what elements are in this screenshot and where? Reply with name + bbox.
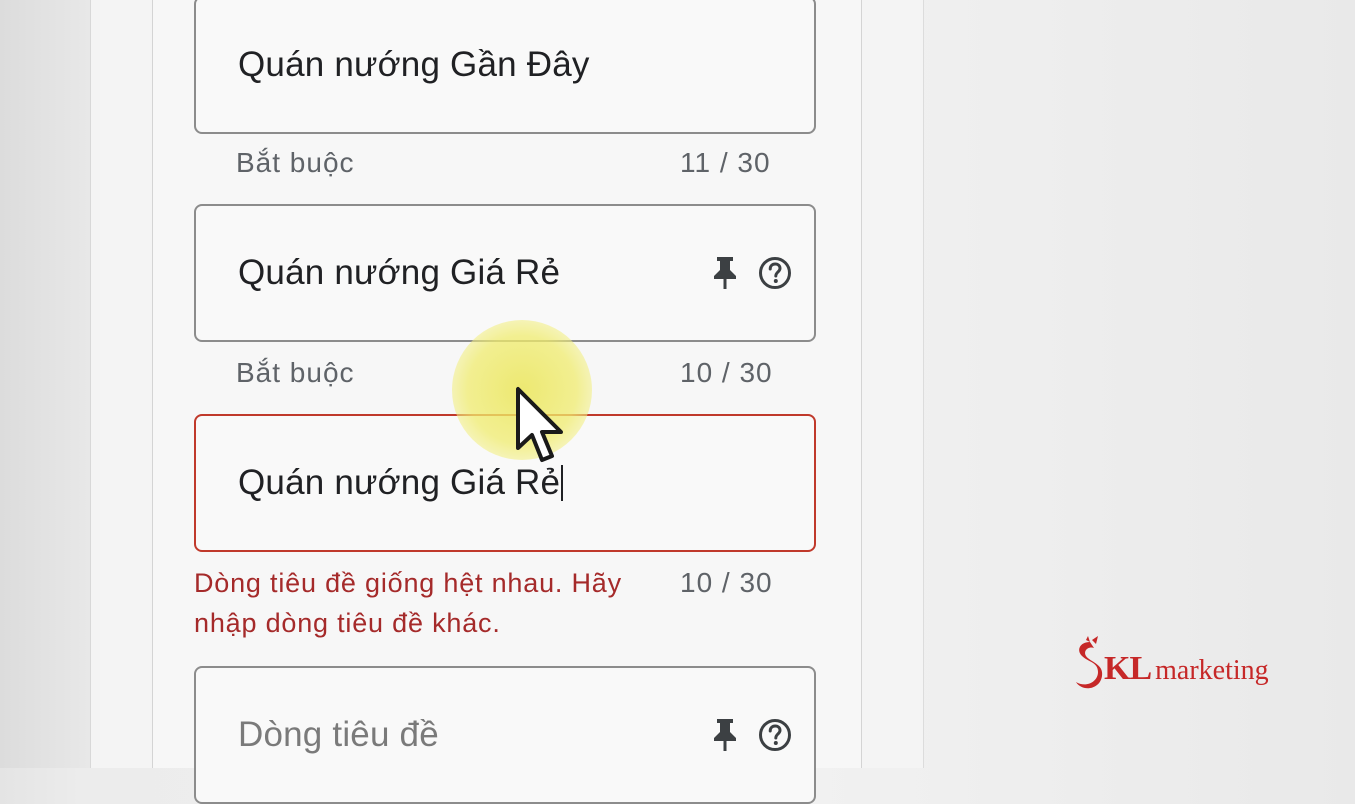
headline-field-4[interactable]: Dòng tiêu đề [194, 666, 816, 804]
headline-3-value: Quán nướng Giá Rẻ [238, 463, 561, 502]
logo-word: marketing [1155, 655, 1269, 686]
headline-1-helper: Bắt buộc [236, 147, 355, 178]
kl-marketing-logo: KL marketing [1068, 636, 1298, 696]
help-icon[interactable] [758, 718, 792, 752]
headline-3-counter: 10 / 30 [680, 567, 773, 598]
text-caret [561, 465, 564, 501]
headline-field-1[interactable]: Quán nướng Gần Đây [194, 0, 816, 134]
background-left [0, 0, 90, 768]
headline-2-counter: 10 / 30 [680, 357, 773, 388]
mouse-pointer-icon [516, 387, 563, 462]
logo-kl: KL [1104, 650, 1152, 687]
headline-1-counter: 11 / 30 [680, 147, 771, 178]
dragon-mark-icon [1076, 636, 1103, 689]
error-line-1: Dòng tiêu đề giống hệt nhau. Hãy [194, 568, 622, 598]
error-line-2: nhập dòng tiêu đề khác. [194, 608, 501, 638]
pin-icon[interactable] [712, 717, 738, 753]
help-icon[interactable] [758, 256, 792, 290]
headline-4-placeholder: Dòng tiêu đề [238, 715, 439, 754]
logo-text: KL marketing [1104, 650, 1269, 688]
headline-3-error: Dòng tiêu đề giống hệt nhau. Hãy nhập dò… [194, 563, 674, 643]
pin-icon[interactable] [712, 255, 738, 291]
headline-1-value: Quán nướng Gần Đây [238, 45, 590, 84]
headline-2-helper: Bắt buộc [236, 357, 355, 388]
